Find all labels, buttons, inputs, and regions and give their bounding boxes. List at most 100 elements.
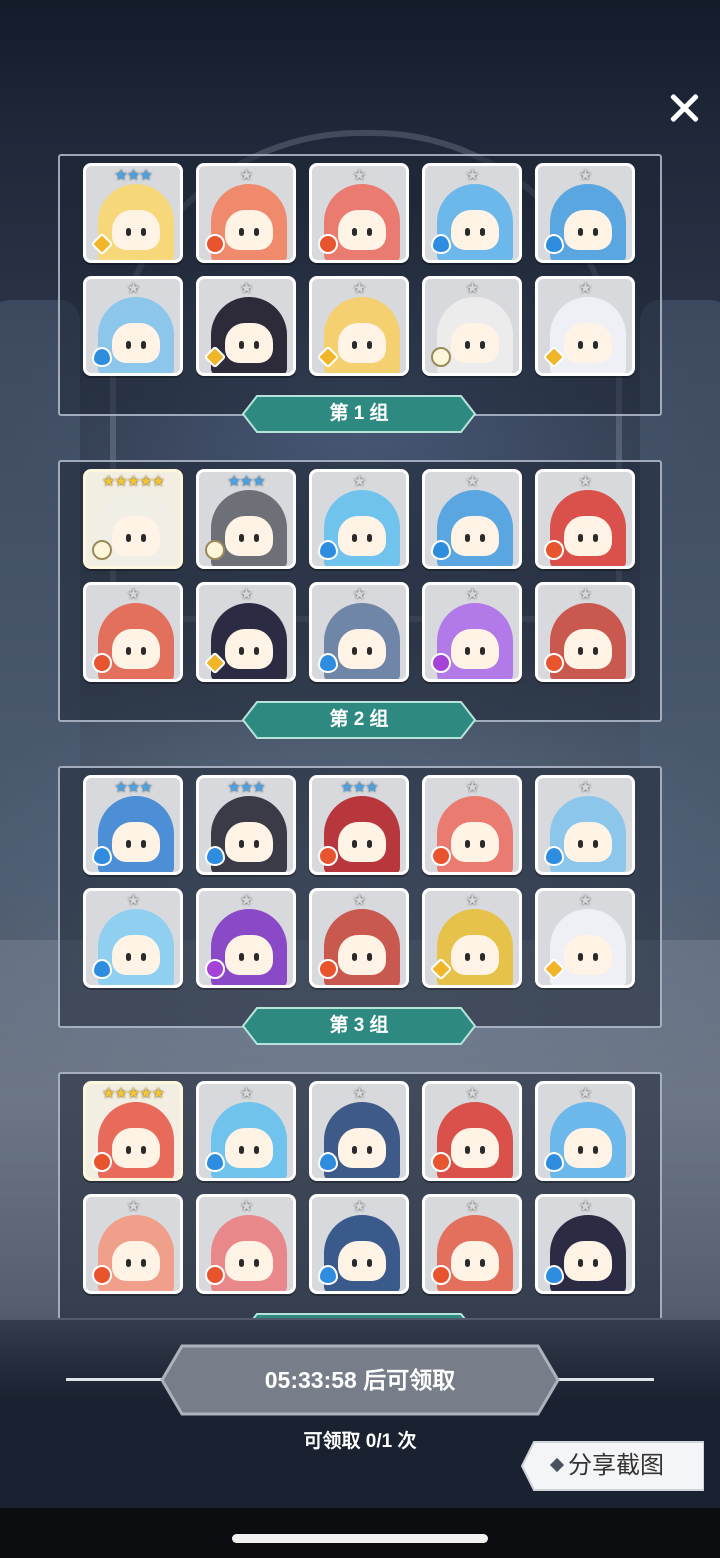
hero-grid: ★★★★★★★★★★★★★★★★ (83, 469, 635, 682)
hero-card[interactable]: ★ (196, 163, 296, 263)
hero-eye (480, 1146, 485, 1154)
hero-card[interactable]: ★ (309, 1081, 409, 1181)
hero-eye (367, 341, 372, 349)
claim-countdown-button[interactable]: 05:33:58 后可领取 (160, 1344, 560, 1416)
hero-card[interactable]: ★ (196, 582, 296, 682)
group-label: 第 1 组 (329, 403, 389, 424)
hero-card[interactable]: ★ (196, 1081, 296, 1181)
hero-card[interactable]: ★ (83, 1194, 183, 1294)
hero-card[interactable]: ★ (309, 276, 409, 376)
star-rating: ★ (352, 280, 366, 297)
hero-card[interactable]: ★ (422, 469, 522, 569)
star-rating: ★ (465, 586, 479, 603)
star-rating: ★★★★★ (101, 1085, 165, 1102)
group-label-banner: 第 4 组 (241, 1312, 477, 1318)
fire-element-icon (92, 1152, 112, 1172)
hero-card[interactable]: ★ (83, 888, 183, 988)
hero-card[interactable]: ★ (309, 888, 409, 988)
star-rating: ★ (239, 1198, 253, 1215)
hero-eye (126, 1146, 131, 1154)
hero-card[interactable]: ★ (309, 469, 409, 569)
hero-card[interactable]: ★ (422, 1081, 522, 1181)
star-rating: ★★★ (114, 779, 152, 796)
star-rating: ★★★ (227, 473, 265, 490)
fire-element-icon (431, 846, 451, 866)
star-rating: ★ (578, 1085, 592, 1102)
star-rating: ★ (465, 892, 479, 909)
hero-eye (352, 953, 357, 961)
hero-card[interactable]: ★ (535, 469, 635, 569)
hero-card[interactable]: ★ (309, 163, 409, 263)
hero-card[interactable]: ★ (535, 1194, 635, 1294)
hero-card[interactable]: ★ (309, 582, 409, 682)
fire-element-icon (205, 1265, 225, 1285)
hero-card[interactable]: ★ (422, 163, 522, 263)
hero-card[interactable]: ★ (422, 1194, 522, 1294)
hero-card[interactable]: ★ (422, 775, 522, 875)
hero-card[interactable]: ★ (535, 582, 635, 682)
team-group-3: ★★★ ★★★ ★★★ ★ ★ ★ ★ ★ ★ ★ 第 3 组 (58, 766, 662, 1050)
hero-eye (480, 647, 485, 655)
water-element-icon (318, 653, 338, 673)
hero-card[interactable]: ★ (422, 276, 522, 376)
hero-eye (126, 341, 131, 349)
star-rating: ★ (239, 892, 253, 909)
hero-card[interactable]: ★ (422, 582, 522, 682)
hero-card[interactable]: ★★★★★ (83, 1081, 183, 1181)
hero-card[interactable]: ★★★ (83, 775, 183, 875)
hero-card[interactable]: ★ (535, 888, 635, 988)
star-rating: ★ (465, 779, 479, 796)
star-rating: ★ (352, 167, 366, 184)
hero-eye (465, 341, 470, 349)
share-screenshot-button[interactable]: 分享截图 (520, 1440, 704, 1492)
home-indicator[interactable] (232, 1534, 488, 1543)
hero-eye (254, 1146, 259, 1154)
hero-card[interactable]: ★ (196, 1194, 296, 1294)
hero-face (225, 629, 273, 669)
hero-card[interactable]: ★ (535, 276, 635, 376)
hero-eye (141, 341, 146, 349)
close-icon[interactable] (664, 88, 704, 128)
star-rating: ★ (352, 586, 366, 603)
hero-card[interactable]: ★ (83, 582, 183, 682)
hero-face (338, 1128, 386, 1168)
hero-card[interactable]: ★★★ (309, 775, 409, 875)
group-label-banner: 第 1 组 (241, 394, 477, 434)
water-element-icon (318, 1265, 338, 1285)
hero-card[interactable]: ★ (535, 163, 635, 263)
hero-card[interactable]: ★ (535, 775, 635, 875)
hero-eye (126, 228, 131, 236)
water-element-icon (92, 347, 112, 367)
hero-face (451, 1241, 499, 1281)
star-rating: ★ (352, 1085, 366, 1102)
hero-card[interactable]: ★ (422, 888, 522, 988)
hero-face (564, 210, 612, 250)
hero-face (112, 1128, 160, 1168)
star-rating: ★ (352, 892, 366, 909)
hero-card[interactable]: ★ (535, 1081, 635, 1181)
hero-face (338, 935, 386, 975)
hero-eye (593, 1146, 598, 1154)
fire-element-icon (92, 1265, 112, 1285)
hero-face (112, 1241, 160, 1281)
team-list[interactable]: ★★★ ★ ★ ★ ★ ★ ★ ★ ★ ★ 第 1 组 ★★★★★ ★★★ ★ ★ ★ ★ ★ ★ ★ ★ 第 2 组 ★★… (0, 150, 720, 1318)
hero-eye (465, 1259, 470, 1267)
hero-eye (254, 341, 259, 349)
hero-eye (578, 647, 583, 655)
hero-card[interactable]: ★ (196, 276, 296, 376)
hero-card[interactable]: ★ (83, 276, 183, 376)
hero-card[interactable]: ★★★ (196, 775, 296, 875)
hero-card[interactable]: ★★★★★ (83, 469, 183, 569)
hero-face (225, 935, 273, 975)
hero-card[interactable]: ★★★ (83, 163, 183, 263)
hero-face (112, 516, 160, 556)
hero-card[interactable]: ★ (309, 1194, 409, 1294)
hero-card[interactable]: ★★★ (196, 469, 296, 569)
hero-card[interactable]: ★ (196, 888, 296, 988)
divider-right (544, 1378, 654, 1381)
star-rating: ★ (465, 1198, 479, 1215)
hero-eye (465, 228, 470, 236)
star-rating: ★ (465, 280, 479, 297)
hero-face (451, 210, 499, 250)
fire-element-icon (544, 653, 564, 673)
